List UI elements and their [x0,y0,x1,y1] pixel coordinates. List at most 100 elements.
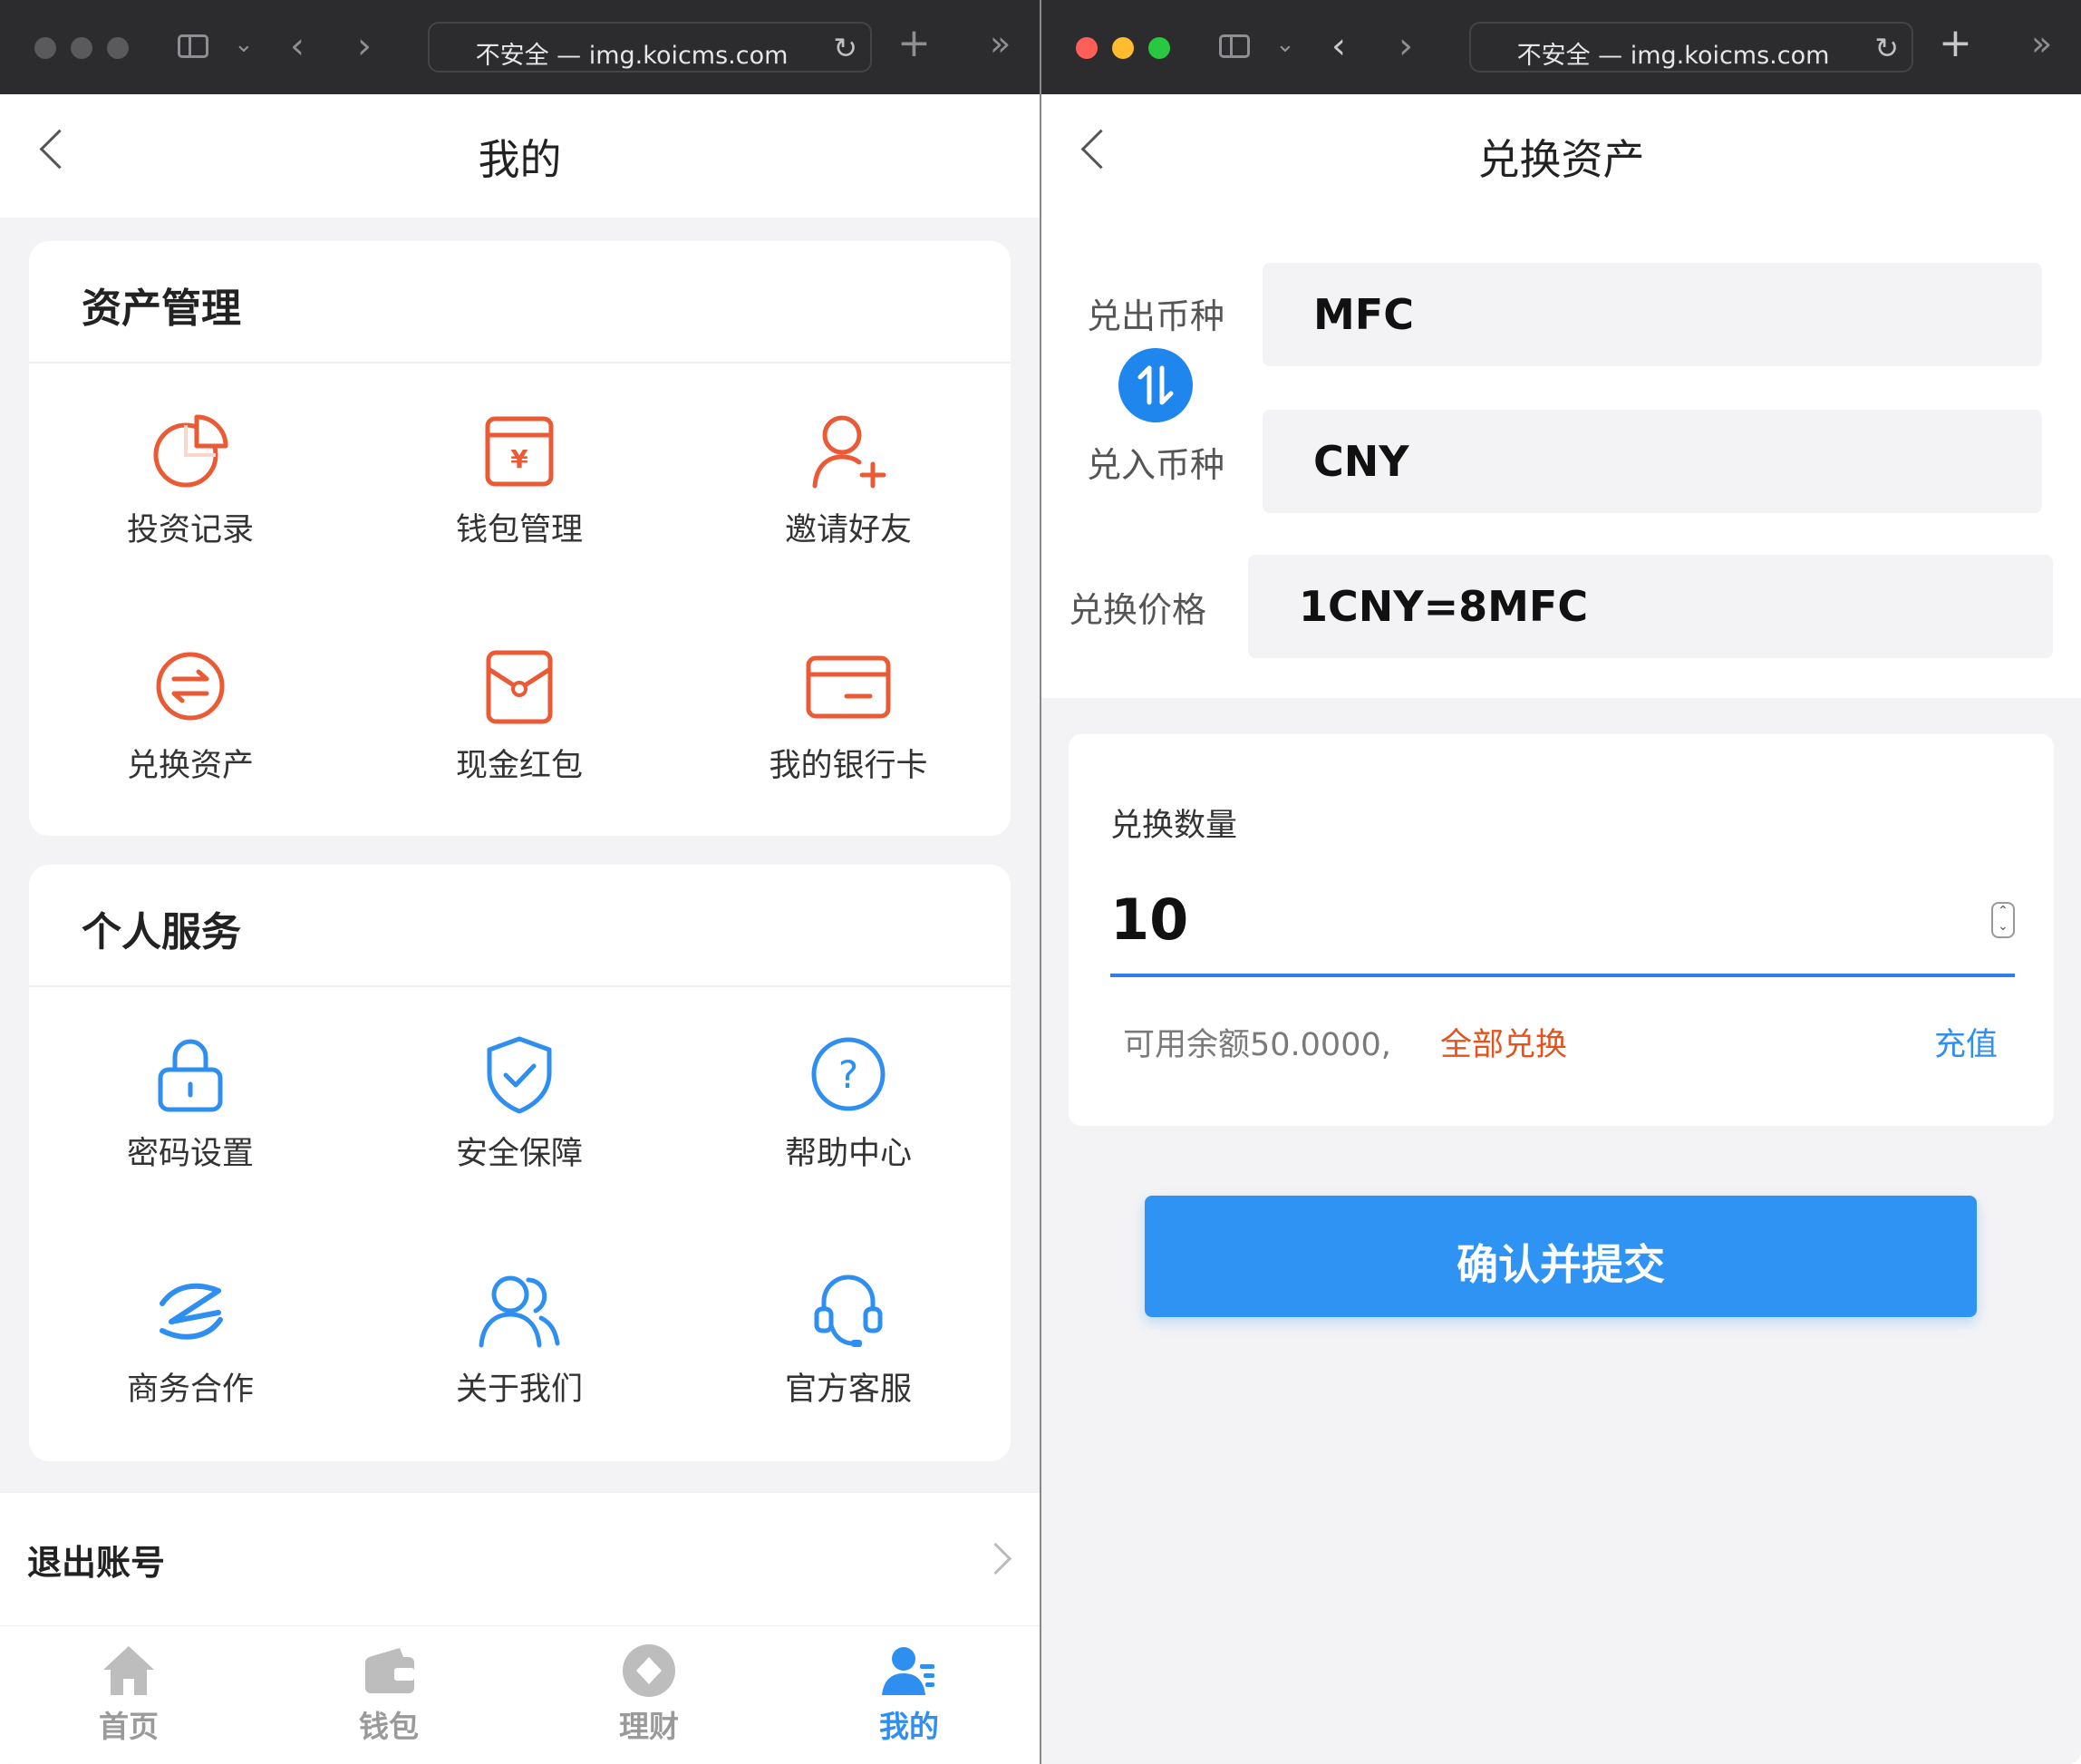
page-title: 兑换资产 [1477,135,1645,184]
from-currency-field[interactable]: MFC [1263,263,2042,366]
quantity-label: 兑换数量 [1110,808,1238,844]
url-text: 不安全 — img.koicms.com [1516,42,1830,70]
grid-item-label: 我的银行卡 [769,748,928,784]
back-nav-icon[interactable]: ‹ [1331,25,1346,67]
red-packet-icon [486,650,553,724]
tab-finance[interactable]: 理财 [567,1643,731,1746]
divider [29,362,1011,363]
reload-icon[interactable]: ↻ [833,31,857,65]
grid-item-label: 帮助中心 [784,1136,912,1172]
grid-item-business-cooperation[interactable]: 商务合作 [54,1269,326,1410]
close-window-button[interactable] [34,37,56,59]
personal-services-card: 个人服务 密码设置 安全保障 ? 帮助中心 商务合作 关于我们 官方客服 [29,865,1011,1461]
new-tab-icon[interactable]: + [897,20,931,66]
browser-window-left: ⌄ ‹ › 不安全 — img.koicms.com ↻ + » 我的 资产管理… [0,0,1040,1764]
to-currency-value: CNY [1313,437,1409,486]
asset-management-card: 资产管理 投资记录 ¥ 钱包管理 邀请好友 兑换资产 现金红包 我的银行卡 [29,241,1011,836]
minimize-window-button[interactable] [1112,37,1134,59]
headset-icon [814,1275,883,1347]
help-icon: ? [811,1037,886,1111]
grid-item-label: 商务合作 [126,1371,254,1408]
finance-icon [623,1644,675,1697]
bottom-tab-bar: 首页 钱包 理财 我的 [0,1625,1040,1764]
grid-item-exchange-assets[interactable]: 兑换资产 [54,645,326,786]
from-currency-value: MFC [1313,290,1414,339]
app-header: 兑换资产 [1041,94,2081,218]
input-underline [1110,974,2015,977]
lock-icon [158,1039,223,1112]
tab-home[interactable]: 首页 [47,1643,210,1746]
divider [29,985,1011,987]
zoom-window-button[interactable] [107,37,129,59]
grid-item-official-support[interactable]: 官方客服 [712,1269,984,1410]
grid-item-label: 钱包管理 [455,512,583,548]
tab-profile[interactable]: 我的 [828,1643,991,1746]
grid-item-invite-friends[interactable]: 邀请好友 [712,410,984,550]
chevron-right-icon [979,1542,1012,1575]
add-user-icon [812,415,886,489]
grid-item-label: 现金红包 [455,748,583,784]
wallet-icon [365,1648,414,1693]
grid-item-label: 邀请好友 [784,512,912,548]
grid-item-about-us[interactable]: 关于我们 [383,1269,655,1410]
grid-item-help-center[interactable]: ? 帮助中心 [712,1033,984,1174]
address-bar[interactable]: 不安全 — img.koicms.com ↻ [1469,22,1913,73]
to-currency-field[interactable]: CNY [1263,410,2042,513]
home-icon [103,1646,154,1695]
svg-text:¥: ¥ [510,444,528,474]
back-nav-icon[interactable]: ‹ [290,25,305,67]
grid-item-password-settings[interactable]: 密码设置 [54,1033,326,1174]
close-window-button[interactable] [1076,37,1098,59]
exchange-icon [156,652,225,721]
zoom-window-button[interactable] [1148,37,1170,59]
chevron-down-icon[interactable]: ⌄ [1275,31,1295,58]
logout-row[interactable]: 退出账号 [0,1493,1040,1625]
available-balance: 可用余额50.0000, [1123,1027,1391,1063]
new-tab-icon[interactable]: + [1939,20,1972,66]
browser-window-right: ⌄ ‹ › 不安全 — img.koicms.com ↻ + » 兑换资产 兑出… [1041,0,2081,1764]
sidebar-toggle-icon[interactable] [1219,34,1250,58]
grid-item-label: 关于我们 [455,1371,583,1408]
exchange-price-label: 兑换价格 [1069,590,1207,630]
exchange-price-value: 1CNY=8MFC [1299,582,1589,631]
grid-item-my-bank-card[interactable]: 我的银行卡 [712,645,984,786]
chevron-down-icon[interactable]: ⌄ [234,31,254,58]
tab-label: 我的 [879,1709,939,1744]
section-title: 个人服务 [82,909,241,955]
grid-item-label: 投资记录 [126,512,254,548]
to-currency-label: 兑入币种 [1087,445,1225,485]
grid-item-label: 密码设置 [126,1136,254,1172]
users-icon [479,1275,560,1348]
profile-icon [882,1647,934,1695]
grid-item-wallet-management[interactable]: ¥ 钱包管理 [383,410,655,550]
exchange-all-link[interactable]: 全部兑换 [1440,1019,1567,1065]
exchange-form: 兑出币种 MFC 兑入币种 CNY 兑换价格 1CNY=8MFC [1041,218,2081,698]
section-title: 资产管理 [82,286,241,332]
grid-item-investment-record[interactable]: 投资记录 [54,410,326,550]
swap-currency-button[interactable] [1118,348,1193,422]
tab-label: 理财 [619,1709,679,1744]
submit-button[interactable]: 确认并提交 [1145,1196,1977,1317]
grid-item-cash-red-packet[interactable]: 现金红包 [383,645,655,786]
reload-icon[interactable]: ↻ [1874,31,1899,65]
svg-text:?: ? [838,1052,858,1097]
quantity-stepper[interactable]: ⌃ ⌄ [1991,902,2015,938]
overflow-icon[interactable]: » [2031,24,2052,63]
address-bar[interactable]: 不安全 — img.koicms.com ↻ [428,22,872,73]
minimize-window-button[interactable] [71,37,92,59]
forward-nav-icon[interactable]: › [357,25,372,67]
page-title: 我的 [478,135,562,184]
grid-item-security-guarantee[interactable]: 安全保障 [383,1033,655,1174]
grid-item-label: 安全保障 [455,1136,583,1172]
sidebar-toggle-icon[interactable] [178,34,208,58]
swap-arrows-icon [1137,365,1174,405]
shield-check-icon [487,1036,552,1114]
overflow-icon[interactable]: » [990,24,1011,63]
recharge-link[interactable]: 充值 [1934,1019,1998,1065]
tab-label: 首页 [99,1709,159,1744]
tab-wallet[interactable]: 钱包 [307,1643,470,1746]
tab-label: 钱包 [359,1709,419,1744]
forward-nav-icon[interactable]: › [1399,25,1413,67]
bank-card-icon [806,655,891,719]
quantity-input[interactable]: 10 [1110,887,1188,953]
